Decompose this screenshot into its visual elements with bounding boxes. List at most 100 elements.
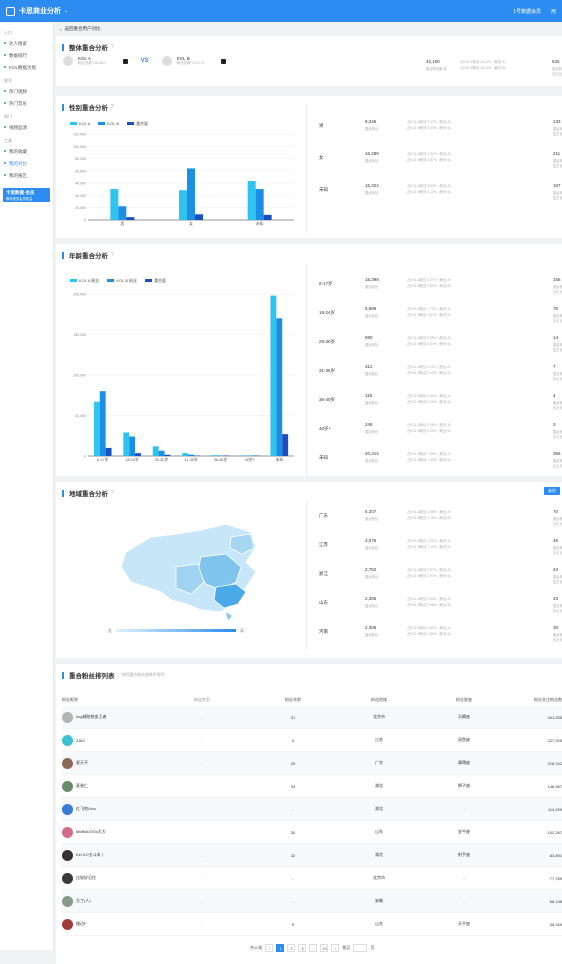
member-link[interactable]: 1号数据会员 [513,8,541,15]
member-banner[interactable]: 卡思数据·会员 尊享更多会员权益 [3,188,50,202]
prev-page-button[interactable]: ‹ [265,944,274,952]
sidebar-item-kol-board[interactable]: KOL数据大盘 [0,62,53,74]
metric-sub: 重合粉丝 [365,285,379,289]
avatar[interactable] [62,849,73,861]
y-tick-label: 100,000 [73,145,86,149]
fan-age: 3 [291,737,295,743]
avatar[interactable] [62,872,73,884]
metric-row: 河南 2,306 重合粉丝 占KOL A粉丝 0.80%（粉丝 A） 占KOL B粉丝 … [307,620,562,646]
bar-1-3 [188,454,194,456]
metric-text: 占KOL B粉丝 0.05%（粉丝 B） [407,400,454,404]
avatar[interactable] [62,895,73,907]
avatar[interactable] [62,734,73,746]
fan-name[interactable]: kog辅助铁血王者 [76,714,106,720]
fan-name[interactable]: 路边F [76,921,86,927]
avatar[interactable] [62,826,73,838]
y-tick-label: 0 [84,455,86,459]
legend-item: KOL B [98,121,119,127]
page-button[interactable]: 2 [287,944,296,952]
chevron-down-icon[interactable]: ⌄ [64,8,68,14]
bar-0-4 [211,455,218,456]
x-tick-label: 36-40岁 [214,457,228,462]
metric-row: 31-35岁 312 重合粉丝 占KOL A粉丝 0.11%（粉丝 A） 占KOL B粉… [307,359,562,385]
metric-right-sub: 重合粉丝占比 [553,459,562,468]
table-row[interactable]: 夏天不 - 29 广东 摩羯座 216,192 [62,752,562,775]
fan-gender: - [201,829,203,835]
user-menu[interactable]: 用 [551,8,556,15]
table-row[interactable]: 比较好记住 - - 北京市 - 77,789 [62,867,562,890]
help-icon[interactable]: ? [111,490,114,496]
app-title[interactable]: 卡思商业分析 [19,6,61,16]
next-page-button[interactable]: › [331,944,340,952]
page-button[interactable]: 1 [276,944,285,952]
table-row[interactable]: kog辅助铁血王者 - 31 北京市 天蝎座 341,255 [62,706,562,729]
metric-row: 浙江 2,782 重合粉丝 占KOL A粉丝 0.97%（粉丝 A） 占KOL B粉丝 … [307,562,562,588]
bar-0-2 [152,446,159,456]
fan-name[interactable]: MMM#20Tai大大 [76,829,106,835]
fan-name[interactable]: 比较好记住 [76,875,96,881]
china-map[interactable] [106,512,266,622]
fan-name[interactable]: 红飞地Lina [76,806,96,812]
sidebar-item-report[interactable]: 我的报告 [0,170,53,182]
province-button[interactable]: 省份 [544,487,560,495]
sidebar-item-monitor[interactable]: 视频监测 [0,122,53,134]
fan-name[interactable]: 方丁(人) [76,898,91,904]
breadcrumb[interactable]: ‹ 返回重合用户对比 [56,22,562,36]
table-row[interactable]: Kei KO五斗米丨 - 32 湖北 射手座 83,891 [62,844,562,867]
pager-total: 共10条 [250,945,263,950]
fan-name[interactable]: Kei KO五斗米丨 [76,852,105,858]
fan-count: 83,891 [549,852,562,858]
breadcrumb-label[interactable]: 返回重合用户对比 [65,26,101,32]
bar-1-6 [276,318,283,456]
bar-0-5 [241,455,247,456]
metric-right-sub: 重合粉丝占比 [553,401,562,410]
fan-name[interactable]: ZAKI [76,738,85,743]
col-header: 粉丝星座 [456,697,472,702]
metric-text: 占KOL B粉丝 7.33%（粉丝 B） [407,458,454,462]
fan-name[interactable]: 麦香仁 [76,783,88,789]
region-card: 地域重合分析? 省份 低 高 广东 5,207 重合粉丝 占KOL A粉丝 1.68%… [56,482,562,658]
table-row[interactable]: ZAKI - 3 江苏 双鱼座 227,025 [62,729,562,752]
fan-region: 山东 [375,829,383,834]
legend-item: KOL B 粉丝 [107,278,137,284]
avatar[interactable] [62,918,73,930]
fan-sign: 天平座 [458,921,470,926]
fan-name[interactable]: 夏天不 [76,760,88,766]
table-row[interactable]: 麦香仁 - 33 湖北 狮子座 148,987 [62,775,562,798]
bar-2-1 [195,214,203,220]
table-row[interactable]: MMM#20Tai大大 - 30 山东 金牛座 102,287 [62,821,562,844]
sidebar-item-favorites[interactable]: 我的收藏 [0,146,53,158]
metric-label: 广东 [319,513,328,518]
bar-2-1 [135,453,141,456]
help-icon[interactable]: ? [111,104,114,110]
table-row[interactable]: 路边F - 9 山东 天平座 35,169 [62,913,562,936]
page-button[interactable]: 10 [320,944,329,952]
metric-sub: 重合粉丝 [365,401,379,405]
avatar[interactable] [62,711,73,723]
sidebar-item-hot-music[interactable]: 热门音乐 [0,98,53,110]
gender-card: 性别重合分析? KOL A KOL B 重合量 120,000 100,000 80… [56,96,562,238]
table-row[interactable]: 方丁(人) - - 安徽 - 66,138 [62,890,562,913]
metric-row: 女 16,289 重合粉丝 占KOL A粉丝 4.31%（粉丝 A） 占KOL B粉丝 … [307,146,562,172]
avatar[interactable] [62,780,73,792]
sidebar-item-search[interactable]: 达人搜索 [0,38,53,50]
fan-age: 32 [290,852,296,858]
sidebar-item-compare[interactable]: 我的对比 [0,158,53,170]
help-icon[interactable]: ? [111,252,114,258]
fan-sign: - [463,806,465,812]
metric-value: 2,306 [365,625,377,630]
back-icon[interactable]: ‹ [60,27,62,32]
avatar[interactable] [62,803,73,815]
table-row[interactable]: 红飞地Lina - - 湖北 - 114,299 [62,798,562,821]
y-tick-label: 120,000 [73,133,86,137]
help-icon[interactable]: ? [111,44,114,50]
page-button[interactable]: 3 [298,944,307,952]
sidebar-item-hot-video[interactable]: 热门视频 [0,86,53,98]
avatar[interactable] [62,757,73,769]
sidebar-item-rank[interactable]: 数据排行 [0,50,53,62]
bar-1-1 [187,168,195,220]
fan-age: 9 [291,921,295,927]
bar-1-5 [246,455,253,456]
jump-input[interactable] [353,944,368,952]
table-body: kog辅助铁血王者 - 31 北京市 天蝎座 341,255 ZAKI - 3 江苏 双鱼座 227,… [62,706,562,936]
